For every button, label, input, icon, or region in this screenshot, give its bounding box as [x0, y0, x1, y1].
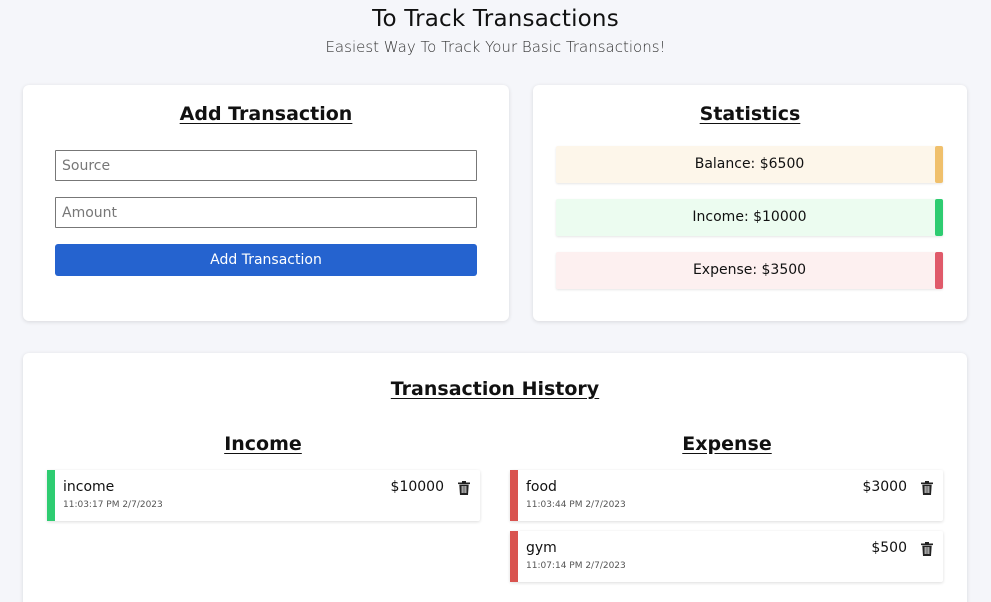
add-transaction-title: Add Transaction	[179, 103, 353, 125]
transaction-time: 11:07:14 PM 2/7/2023	[526, 561, 626, 571]
income-list-item: income 11:03:17 PM 2/7/2023 $10000	[47, 470, 480, 521]
balance-stat: Balance: $6500	[556, 146, 943, 183]
expense-accent-bar	[510, 531, 518, 582]
transaction-amount: $500	[871, 540, 907, 556]
income-column-title: Income	[224, 433, 302, 455]
expense-list-item: gym 11:07:14 PM 2/7/2023 $500	[510, 531, 943, 582]
source-input[interactable]	[55, 150, 477, 181]
income-label: Income: $10000	[692, 209, 807, 225]
statistics-card: Statistics Balance: $6500 Income: $10000…	[533, 85, 967, 321]
transaction-amount: $10000	[390, 479, 444, 495]
transaction-time: 11:03:44 PM 2/7/2023	[526, 500, 626, 510]
balance-label: Balance: $6500	[694, 156, 805, 172]
page-title: To Track Transactions	[372, 6, 619, 32]
expense-stat: Expense: $3500	[556, 252, 943, 289]
amount-input[interactable]	[55, 197, 477, 228]
expense-label: Expense: $3500	[692, 262, 807, 278]
trash-icon[interactable]	[921, 481, 933, 495]
income-stat: Income: $10000	[556, 199, 943, 236]
add-transaction-card: Add Transaction Add Transaction	[23, 85, 509, 321]
transaction-name: food	[526, 479, 557, 495]
history-title: Transaction History	[390, 378, 600, 400]
income-accent-bar	[935, 199, 943, 236]
balance-accent-bar	[935, 146, 943, 183]
add-transaction-button[interactable]: Add Transaction	[55, 244, 477, 276]
expense-list-item: food 11:03:44 PM 2/7/2023 $3000	[510, 470, 943, 521]
income-accent-bar	[47, 470, 55, 521]
expense-accent-bar	[935, 252, 943, 289]
statistics-title: Statistics	[699, 103, 801, 125]
page-subtitle: Easiest Way To Track Your Basic Transact…	[325, 38, 666, 56]
expense-column-title: Expense	[682, 433, 772, 455]
trash-icon[interactable]	[458, 481, 470, 495]
expense-accent-bar	[510, 470, 518, 521]
trash-icon[interactable]	[921, 542, 933, 556]
transaction-time: 11:03:17 PM 2/7/2023	[63, 500, 163, 510]
transaction-name: gym	[526, 540, 557, 556]
transaction-history-card: Transaction History Income Expense incom…	[23, 353, 967, 602]
transaction-name: income	[63, 479, 115, 495]
transaction-amount: $3000	[862, 479, 907, 495]
page-header: To Track Transactions Easiest Way To Tra…	[0, 0, 991, 56]
